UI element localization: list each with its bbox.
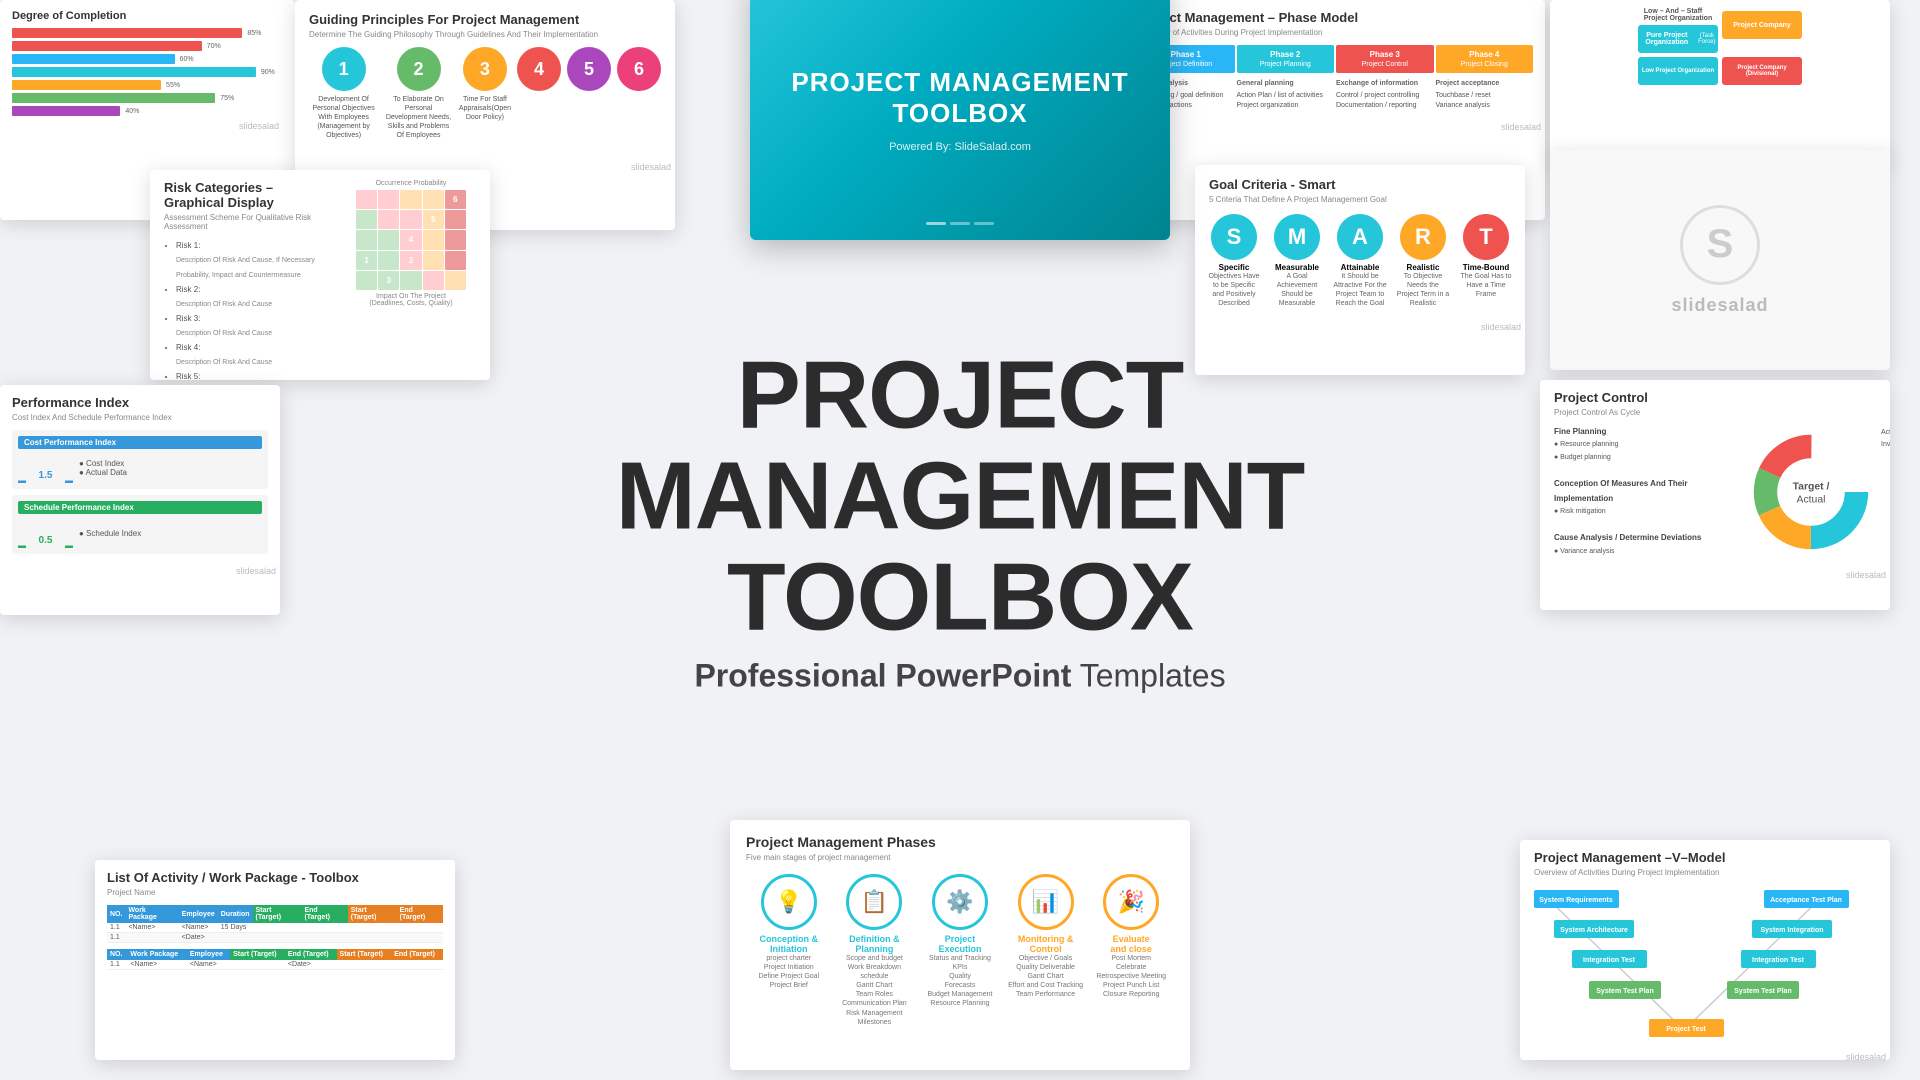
control-donut: Target / Actual Actual Data / Inventory	[1746, 427, 1876, 557]
perf-title: Performance Index	[12, 395, 268, 410]
smart-r: R	[1400, 214, 1446, 260]
vmodel-diagram: System Requirements System Architecture …	[1534, 885, 1876, 1040]
goal-subtitle: 5 Criteria That Define A Project Managem…	[1209, 195, 1511, 204]
svg-text:Integration Test: Integration Test	[1583, 957, 1636, 964]
svg-text:System Architecture: System Architecture	[1560, 927, 1628, 934]
phase-definition: 📋 Definition &Planning Scope and budgetW…	[835, 874, 913, 1027]
org-chart-slide: Low – And – StaffProject Organization Pu…	[1550, 0, 1890, 165]
smart-circles: S Specific Objectives Have to be Specifi…	[1209, 214, 1511, 308]
svg-text:Integration Test: Integration Test	[1752, 957, 1805, 964]
risk-subtitle: Assessment Scheme For Qualitative Risk A…	[164, 213, 336, 231]
risk-title: Risk Categories – Graphical Display	[164, 180, 336, 210]
phase-execution: ⚙️ ProjectExecution Status and Tracking …	[921, 874, 999, 1027]
activity-title: List Of Activity / Work Package - Toolbo…	[107, 870, 443, 885]
svg-text:System Requirements: System Requirements	[1539, 897, 1613, 904]
phase-bars: Phase 1Project Definition Phase 2Project…	[1137, 45, 1533, 73]
risk-categories-slide: Risk Categories – Graphical Display Asse…	[150, 170, 490, 380]
risk-matrix: Occurrence Probability 6 5 4 1 2	[346, 180, 476, 380]
smart-a: A	[1337, 214, 1383, 260]
phase-conception: 💡 Conception &Initiation project charter…	[750, 874, 828, 1027]
principle-6: 6	[617, 47, 661, 91]
phases-title: Project Management Phases	[746, 834, 1174, 850]
svg-text:System Test Plan: System Test Plan	[1596, 988, 1653, 995]
project-control-slide: Project Control Project Control As Cycle…	[1540, 380, 1890, 610]
phase-circles: 💡 Conception &Initiation project charter…	[746, 874, 1174, 1027]
risk-5: Risk 5:Description Of Risk And Cause	[176, 370, 336, 380]
principles-icons: 1 Development Of Personal Objectives Wit…	[309, 47, 661, 140]
watermark: slidesalad	[12, 119, 283, 133]
phase-close: 🎉 Evaluateand close Post MortemCelebrate…	[1092, 874, 1170, 1027]
performance-index-slide: Performance Index Cost Index And Schedul…	[0, 385, 280, 615]
control-title: Project Control	[1554, 390, 1876, 405]
phase-3: Phase 3Project Control	[1336, 45, 1434, 73]
risk-3: Risk 3:Description Of Risk And Cause	[176, 312, 336, 341]
featured-slide: PROJECT MANAGEMENTTOOLBOX Powered By: Sl…	[750, 0, 1170, 240]
svg-text:System Integration: System Integration	[1760, 927, 1823, 934]
activity-subtitle: Project Name	[107, 888, 443, 897]
phase-subtitle: Overview of Activities During Project Im…	[1137, 28, 1533, 37]
principle-4: 4	[517, 47, 561, 91]
page-title: PROJECT MANAGEMENT TOOLBOX	[480, 345, 1440, 647]
guiding-subtitle: Determine The Guiding Philosophy Through…	[309, 30, 661, 39]
vmodel-slide: Project Management –V–Model Overview of …	[1520, 840, 1890, 1060]
guiding-title: Guiding Principles For Project Managemen…	[309, 12, 661, 27]
table-row: 1.1<Name><Name>15 Days	[107, 923, 443, 933]
smart-m: M	[1274, 214, 1320, 260]
phase-title: Project Management – Phase Model	[1137, 10, 1533, 25]
smart-s: S	[1211, 214, 1257, 260]
principle-2: 2	[397, 47, 441, 91]
slidesalad-letter: S	[1707, 222, 1734, 267]
schedule-index: Schedule Performance Index 0.5 ● Schedul…	[12, 495, 268, 554]
phases-slide: Project Management Phases Five main stag…	[730, 820, 1190, 1070]
slidesalad-logo-slide: S slidesalad	[1550, 150, 1890, 370]
slidesalad-brand: slidesalad	[1671, 295, 1768, 316]
vmodel-subtitle: Overview of Activities During Project Im…	[1534, 868, 1876, 877]
table-row: 1.1<Date>	[107, 933, 443, 943]
featured-title: PROJECT MANAGEMENTTOOLBOX	[791, 67, 1128, 129]
cost-index: Cost Performance Index 1.5 ● Cost Index …	[12, 430, 268, 489]
principle-5: 5	[567, 47, 611, 91]
featured-powered: Powered By: SlideSalad.com	[889, 141, 1031, 153]
risk-4: Risk 4:Description Of Risk And Cause	[176, 341, 336, 370]
phase-4: Phase 4Project Closing	[1436, 45, 1534, 73]
risk-1: Risk 1:Description Of Risk And Cause, If…	[176, 239, 336, 283]
svg-text:Target /: Target /	[1793, 481, 1830, 492]
phase-monitoring: 📊 Monitoring &Control Objective / GoalsQ…	[1007, 874, 1085, 1027]
perf-charts: Cost Performance Index 1.5 ● Cost Index …	[12, 430, 268, 554]
smart-t: T	[1463, 214, 1509, 260]
goal-criteria-slide: Goal Criteria - Smart 5 Criteria That De…	[1195, 165, 1525, 375]
svg-text:Actual: Actual	[1797, 494, 1826, 505]
risk-2: Risk 2:Description Of Risk And Cause	[176, 283, 336, 312]
featured-dots	[926, 222, 994, 225]
control-content: Fine Planning ● Resource planning ● Budg…	[1554, 425, 1876, 558]
perf-subtitle: Cost Index And Schedule Performance Inde…	[12, 413, 268, 422]
principle-3: 3	[463, 47, 507, 91]
phase-2: Phase 2Project Planning	[1237, 45, 1335, 73]
activity-table-2: NO. Work Package Employee Start (Target)…	[107, 949, 443, 970]
barchart-title: Degree of Completion	[12, 10, 283, 22]
activity-table: NO. Work Package Employee Duration Start…	[107, 905, 443, 943]
table-row: 1.1<Name><Name><Date>	[107, 960, 443, 970]
svg-text:Project Test: Project Test	[1666, 1026, 1706, 1033]
principle-1: 1	[322, 47, 366, 91]
goal-title: Goal Criteria - Smart	[1209, 177, 1511, 192]
svg-text:System Test Plan: System Test Plan	[1734, 988, 1791, 995]
slidesalad-circle: S	[1680, 205, 1760, 285]
schedule-gauge: 0.5	[18, 518, 73, 548]
svg-text:Acceptance Test Plan: Acceptance Test Plan	[1770, 897, 1842, 904]
page-subtitle: Professional PowerPoint Templates	[480, 658, 1440, 695]
vmodel-title: Project Management –V–Model	[1534, 850, 1876, 865]
cost-gauge: 1.5	[18, 453, 73, 483]
control-subtitle: Project Control As Cycle	[1554, 408, 1876, 417]
phase-details: Actual analysis Goal setting / goal defi…	[1137, 79, 1533, 110]
activity-slide: List Of Activity / Work Package - Toolbo…	[95, 860, 455, 1060]
phases-subtitle: Five main stages of project management	[746, 853, 1174, 862]
main-title-area: PROJECT MANAGEMENT TOOLBOX Professional …	[480, 345, 1440, 694]
